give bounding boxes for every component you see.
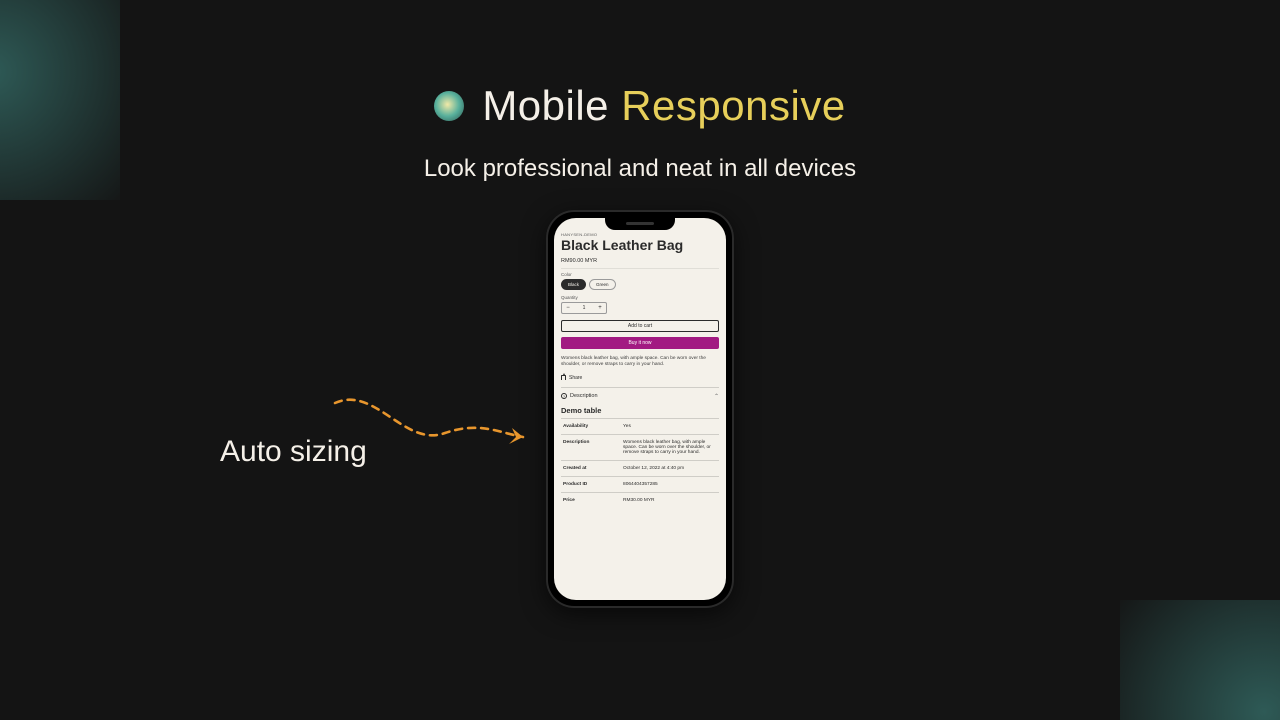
table-row: Description Womens black leather bag, wi…	[561, 434, 719, 460]
quantity-stepper: − 1 +	[561, 302, 607, 314]
table-row: Price RM30.00 MYR	[561, 492, 719, 503]
description-accordion[interactable]: ? Description ⌃	[561, 388, 719, 404]
phone-screen: HANYSEN-DEMO Black Leather Bag RM90.00 M…	[554, 218, 726, 600]
logo-dot-icon	[434, 91, 464, 121]
table-value: October 12, 2022 at 4:40 pm	[621, 460, 719, 476]
product-title: Black Leather Bag	[561, 238, 719, 253]
page-heading: Mobile Responsive	[0, 82, 1280, 130]
phone-frame: HANYSEN-DEMO Black Leather Bag RM90.00 M…	[546, 210, 734, 608]
quantity-label: Quantity	[561, 295, 719, 300]
color-label: Color	[561, 272, 719, 277]
quantity-section: Quantity − 1 +	[561, 295, 719, 314]
table-key: Price	[561, 492, 621, 503]
heading-text: Mobile Responsive	[482, 82, 845, 130]
table-row: Product ID 8064404357285	[561, 476, 719, 492]
color-option-black[interactable]: Black	[561, 279, 586, 290]
table-key: Created at	[561, 460, 621, 476]
table-key: Description	[561, 434, 621, 460]
demo-table-title: Demo table	[561, 406, 719, 415]
buy-now-button[interactable]: Buy it now	[561, 337, 719, 349]
color-options: Black Green	[561, 279, 719, 290]
table-key: Product ID	[561, 476, 621, 492]
product-page: HANYSEN-DEMO Black Leather Bag RM90.00 M…	[561, 232, 719, 600]
table-row: Availability Yes	[561, 418, 719, 434]
table-value: 8064404357285	[621, 476, 719, 492]
product-price: RM90.00 MYR	[561, 258, 719, 264]
subheading: Look professional and neat in all device…	[0, 155, 1280, 183]
quantity-value: 1	[574, 305, 594, 311]
accordion-label: Description	[570, 393, 598, 399]
chevron-up-icon: ⌃	[714, 393, 719, 400]
quantity-decrease-button[interactable]: −	[562, 302, 574, 314]
product-description: Womens black leather bag, with ample spa…	[561, 356, 719, 369]
color-option-green[interactable]: Green	[589, 279, 616, 290]
divider	[561, 268, 719, 269]
heading-word-1: Mobile	[482, 82, 609, 129]
table-value: Yes	[621, 418, 719, 434]
table-value: Womens black leather bag, with ample spa…	[621, 434, 719, 460]
quantity-increase-button[interactable]: +	[594, 302, 606, 314]
callout-auto-sizing: Auto sizing	[220, 435, 367, 469]
share-label: Share	[569, 375, 582, 381]
heading-word-2: Responsive	[621, 82, 845, 129]
phone-notch	[605, 218, 675, 230]
table-row: Created at October 12, 2022 at 4:40 pm	[561, 460, 719, 476]
table-value: RM30.00 MYR	[621, 492, 719, 503]
add-to-cart-button[interactable]: Add to cart	[561, 320, 719, 332]
share-button[interactable]: Share	[561, 375, 719, 381]
question-icon: ?	[561, 393, 567, 399]
share-icon	[561, 375, 566, 380]
table-key: Availability	[561, 418, 621, 434]
demo-table: Availability Yes Description Womens blac…	[561, 418, 719, 503]
decorative-glow-bottom-right	[1120, 600, 1280, 720]
